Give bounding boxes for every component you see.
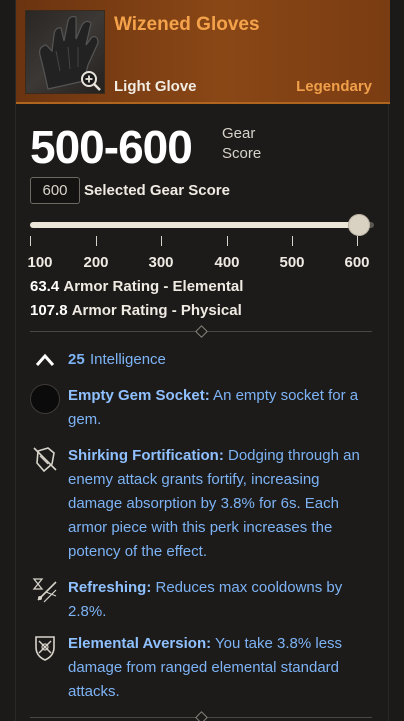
gear-score-label: Gear Score xyxy=(222,124,261,164)
magnifier-plus-icon[interactable] xyxy=(80,70,102,92)
slider-tick-label: 400 xyxy=(214,254,240,271)
item-tooltip: Wizened Gloves Light Glove Legendary 500… xyxy=(15,0,390,721)
slider-tick-label: 600 xyxy=(344,254,370,271)
slider-tick xyxy=(292,236,293,246)
perk-title: Empty Gem Socket: xyxy=(68,387,210,404)
perk-empty-gem-socket: Empty Gem Socket: An empty socket for a … xyxy=(30,384,374,432)
slider-tick-label: 100 xyxy=(27,254,53,271)
perk-description: Empty Gem Socket: An empty socket for a … xyxy=(68,384,374,432)
armor-rating-elemental: 63.4 Armor Rating - Elemental xyxy=(30,278,243,295)
gear-score-label-line1: Gear xyxy=(222,125,256,142)
perk-elemental-aversion: Elemental Aversion: You take 3.8% less d… xyxy=(30,632,374,704)
perk-title: Refreshing: xyxy=(68,579,152,596)
armor-value: 107.8 xyxy=(30,302,68,319)
gear-score-slider-handle[interactable] xyxy=(348,214,370,236)
armor-value: 63.4 xyxy=(30,278,60,295)
slider-tick-label: 500 xyxy=(279,254,305,271)
slider-tick xyxy=(161,236,162,246)
armor-label: Armor Rating - Elemental xyxy=(63,278,244,295)
perk-shirking-fortification: Shirking Fortification: Dodging through … xyxy=(30,444,374,564)
empty-gem-socket-icon xyxy=(30,384,60,414)
gear-score-label-line2: Score xyxy=(222,145,262,162)
selected-gear-score-input[interactable]: 600 xyxy=(30,177,80,204)
shield-fortify-icon xyxy=(33,447,57,473)
gear-score-slider-track[interactable] xyxy=(30,222,372,228)
perk-description: Elemental Aversion: You take 3.8% less d… xyxy=(68,632,374,704)
chevron-up-icon xyxy=(35,353,55,366)
perk-title: Elemental Aversion: xyxy=(68,635,212,652)
elemental-shield-icon xyxy=(35,636,55,661)
item-rarity: Legendary xyxy=(296,78,372,95)
hourglass-refresh-icon xyxy=(32,578,57,603)
slider-tick xyxy=(357,236,358,246)
item-header: Wizened Gloves Light Glove Legendary xyxy=(16,0,390,104)
slider-tick-label: 200 xyxy=(83,254,109,271)
slider-tick-label: 300 xyxy=(148,254,174,271)
perk-description: Shirking Fortification: Dodging through … xyxy=(68,444,374,564)
armor-rating-physical: 107.8 Armor Rating - Physical xyxy=(30,302,242,319)
slider-tick xyxy=(30,236,31,246)
armor-label: Armor Rating - Physical xyxy=(71,302,242,319)
slider-tick xyxy=(96,236,97,246)
item-type: Light Glove xyxy=(114,78,197,95)
divider-diamond-icon xyxy=(195,325,208,338)
attribute-value: 25 xyxy=(68,351,85,368)
attribute-name: Intelligence xyxy=(90,351,166,368)
perk-refreshing: Refreshing: Reduces max cooldowns by 2.8… xyxy=(30,576,374,624)
perk-description: Refreshing: Reduces max cooldowns by 2.8… xyxy=(68,576,374,624)
perk-title: Shirking Fortification: xyxy=(68,447,224,464)
item-name: Wizened Gloves xyxy=(114,14,260,35)
selected-gear-score-label: Selected Gear Score xyxy=(84,182,230,199)
gear-score-range: 500-600 xyxy=(30,121,193,173)
slider-tick xyxy=(227,236,228,246)
divider-diamond-icon xyxy=(195,711,208,721)
